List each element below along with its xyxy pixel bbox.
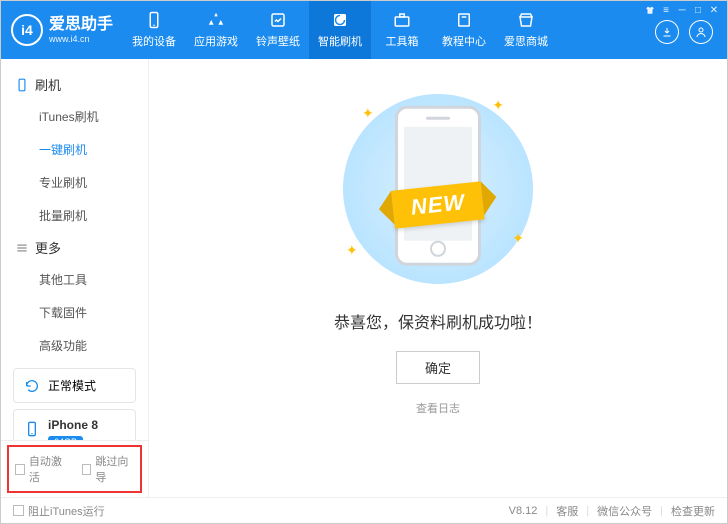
checkbox-auto-activate[interactable]: 自动激活 — [15, 453, 68, 485]
success-message: 恭喜您，保资料刷机成功啦！ — [334, 309, 542, 333]
checkbox-label: 自动激活 — [29, 453, 68, 485]
app-icon — [206, 11, 226, 29]
checkbox-block-itunes[interactable]: 阻止iTunes运行 — [13, 503, 105, 519]
view-log-link[interactable]: 查看日志 — [416, 400, 460, 416]
nav-label: 我的设备 — [132, 33, 176, 49]
section-title: 更多 — [35, 238, 61, 257]
toolbox-icon — [392, 11, 412, 29]
nav-my-device[interactable]: 我的设备 — [123, 1, 185, 59]
brand-site: www.i4.cn — [49, 34, 113, 44]
highlight-box: 自动激活 跳过向导 — [7, 445, 142, 493]
section-more[interactable]: 更多 — [1, 232, 148, 263]
nav-toolbox[interactable]: 工具箱 — [371, 1, 433, 59]
flash-icon — [330, 11, 350, 29]
nav-apps[interactable]: 应用游戏 — [185, 1, 247, 59]
nav-flash[interactable]: 智能刷机 — [309, 1, 371, 59]
checkbox-label: 跳过向导 — [95, 453, 134, 485]
brand-name: 爱思助手 — [49, 16, 113, 34]
device-icon — [24, 418, 40, 440]
titlebar: ≡ ─ □ ✕ — [643, 1, 727, 16]
nav-tutorial[interactable]: 教程中心 — [433, 1, 495, 59]
footer: 阻止iTunes运行 V8.12 | 客服 | 微信公众号 | 检查更新 — [1, 497, 727, 523]
sidebar-item-advanced[interactable]: 高级功能 — [1, 329, 148, 362]
ok-button[interactable]: 确定 — [396, 351, 480, 384]
close-icon[interactable]: ✕ — [707, 4, 721, 16]
device-card[interactable]: iPhone 8 64GB — [13, 409, 136, 440]
support-link[interactable]: 客服 — [556, 503, 578, 519]
nav-label: 教程中心 — [442, 33, 486, 49]
device-name: iPhone 8 — [48, 418, 98, 432]
sidebar-item-batch[interactable]: 批量刷机 — [1, 199, 148, 232]
checkbox-skip-guide[interactable]: 跳过向导 — [82, 453, 135, 485]
nav-label: 应用游戏 — [194, 33, 238, 49]
nav-label: 爱思商城 — [504, 33, 548, 49]
sidebar-item-other[interactable]: 其他工具 — [1, 263, 148, 296]
store-icon — [516, 11, 536, 29]
main-content: ✦ ✦ ✦ ✦ NEW 恭喜您，保资料刷机成功啦！ 确定 查看日志 — [149, 59, 727, 497]
app-header: i4 爱思助手 www.i4.cn 我的设备 应用游戏 铃声壁纸 智能刷机 — [1, 1, 727, 59]
top-nav: 我的设备 应用游戏 铃声壁纸 智能刷机 工具箱 教程中心 — [123, 1, 557, 59]
version-label: V8.12 — [509, 505, 538, 517]
sidebar-item-firmware[interactable]: 下载固件 — [1, 296, 148, 329]
download-button[interactable] — [655, 20, 679, 44]
user-button[interactable] — [689, 20, 713, 44]
refresh-icon — [24, 378, 40, 394]
logo-icon: i4 — [11, 14, 43, 46]
menu-icon — [15, 241, 29, 255]
nav-media[interactable]: 铃声壁纸 — [247, 1, 309, 59]
section-flash[interactable]: 刷机 — [1, 69, 148, 100]
sidebar: 刷机 iTunes刷机 一键刷机 专业刷机 批量刷机 更多 其他工具 下载固件 … — [1, 59, 149, 497]
maximize-icon[interactable]: □ — [691, 4, 705, 16]
book-icon — [454, 11, 474, 29]
nav-label: 工具箱 — [386, 33, 419, 49]
section-title: 刷机 — [35, 75, 61, 94]
phone-icon — [15, 78, 29, 92]
tshirt-icon[interactable] — [643, 4, 657, 16]
media-icon — [268, 11, 288, 29]
mode-label: 正常模式 — [48, 377, 96, 394]
sidebar-item-pro[interactable]: 专业刷机 — [1, 166, 148, 199]
mode-card[interactable]: 正常模式 — [13, 368, 136, 403]
checkbox-label: 阻止iTunes运行 — [28, 503, 105, 519]
menu-icon[interactable]: ≡ — [659, 4, 673, 16]
minimize-icon[interactable]: ─ — [675, 4, 689, 16]
sidebar-item-oneclick[interactable]: 一键刷机 — [1, 133, 148, 166]
nav-label: 铃声壁纸 — [256, 33, 300, 49]
update-link[interactable]: 检查更新 — [671, 503, 715, 519]
sidebar-item-itunes[interactable]: iTunes刷机 — [1, 100, 148, 133]
nav-store[interactable]: 爱思商城 — [495, 1, 557, 59]
phone-icon — [144, 11, 164, 29]
success-illustration: ✦ ✦ ✦ ✦ NEW — [328, 89, 548, 289]
logo-block: i4 爱思助手 www.i4.cn — [1, 1, 123, 59]
wechat-link[interactable]: 微信公众号 — [597, 503, 652, 519]
nav-label: 智能刷机 — [318, 33, 362, 49]
